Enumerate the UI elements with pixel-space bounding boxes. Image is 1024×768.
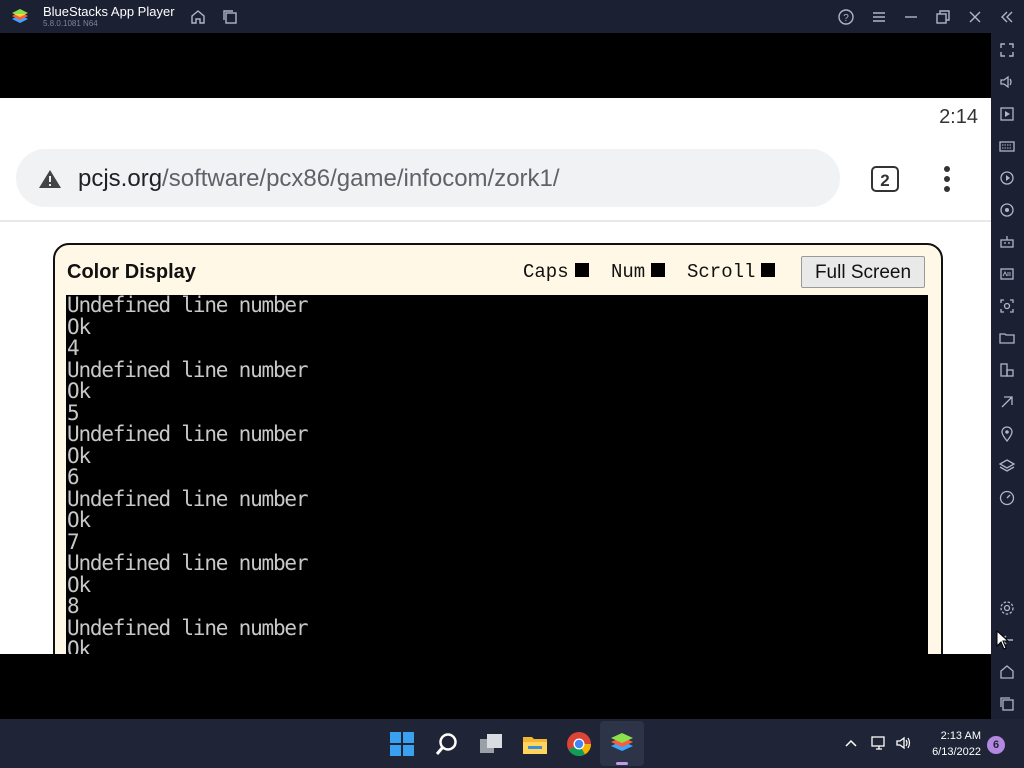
app-version: 5.8.0.1081 N64 xyxy=(43,19,98,28)
terminal-line: Undefined line number xyxy=(67,615,309,640)
terminal-line: Ok xyxy=(67,637,91,654)
windows-taskbar: 2:13 AM 6/13/2022 xyxy=(0,719,1024,768)
restore-icon[interactable] xyxy=(934,8,952,26)
url-path: /software/pcx86/game/infocom/zork1/ xyxy=(162,165,560,192)
terminal-line: 4 xyxy=(67,336,80,360)
caps-label: Caps xyxy=(523,261,569,283)
search-icon[interactable] xyxy=(434,731,460,757)
full-screen-button[interactable]: Full Screen xyxy=(801,256,925,288)
app-title: BlueStacks App Player xyxy=(43,4,175,19)
scroll-led xyxy=(761,263,776,277)
gamepad-icon[interactable] xyxy=(998,233,1016,251)
rotate-icon[interactable] xyxy=(998,201,1016,219)
chevron-up-icon[interactable] xyxy=(844,736,858,750)
close-icon[interactable] xyxy=(966,8,984,26)
settings-icon[interactable] xyxy=(998,599,1016,617)
menu-icon[interactable] xyxy=(870,8,888,26)
emulator-screen[interactable]: Undefined line number Ok 4 Undefined line n… xyxy=(66,295,928,654)
recents-icon[interactable] xyxy=(998,695,1016,713)
media-icon[interactable] xyxy=(998,105,1016,123)
task-view-icon[interactable] xyxy=(478,731,504,757)
minimize-icon[interactable] xyxy=(902,8,920,26)
title-bar: BlueStacks App Player 5.8.0.1081 N64 ? xyxy=(0,0,1024,33)
bluestacks-sidebar xyxy=(991,33,1024,719)
url-host: pcjs.org xyxy=(78,165,163,192)
macro-icon[interactable] xyxy=(998,169,1016,187)
terminal-line: Ok xyxy=(67,508,91,532)
screenshot-icon[interactable] xyxy=(998,297,1016,315)
apk-icon[interactable] xyxy=(998,265,1016,283)
num-led xyxy=(651,263,666,277)
terminal-line: Undefined line number xyxy=(67,295,309,317)
terminal-line: Undefined line number xyxy=(67,357,309,382)
windows-start-icon[interactable] xyxy=(389,731,415,757)
tab-switcher-button[interactable]: 2 xyxy=(871,166,899,192)
home-icon[interactable] xyxy=(189,8,207,26)
speaker-icon[interactable] xyxy=(895,735,913,751)
emulator-panel: Color Display Caps Num Scroll Full Scree… xyxy=(53,243,943,654)
bluestacks-logo-icon xyxy=(10,7,30,27)
folder-icon[interactable] xyxy=(998,329,1016,347)
speed-icon[interactable] xyxy=(998,489,1016,507)
file-explorer-icon[interactable] xyxy=(522,731,548,757)
terminal-line: Ok xyxy=(67,572,91,597)
terminal-line: 6 xyxy=(67,465,80,489)
terminal-line: Undefined line number xyxy=(67,486,309,511)
multi-device-icon[interactable] xyxy=(998,361,1016,379)
bluestacks-taskbar-button[interactable] xyxy=(600,721,644,766)
scroll-indicator: Scroll xyxy=(687,261,776,283)
mouse-cursor-icon xyxy=(996,629,1010,650)
terminal-line: 7 xyxy=(67,529,80,554)
terminal-line: Ok xyxy=(67,443,91,468)
android-letterbox-bottom xyxy=(0,654,991,719)
url-text[interactable]: pcjs.org/software/pcx86/game/infocom/zor… xyxy=(78,165,560,193)
num-label: Num xyxy=(611,261,646,283)
status-bar-time: 2:14 xyxy=(939,106,978,128)
android-letterbox-top xyxy=(0,33,991,98)
active-app-indicator xyxy=(616,762,628,765)
svg-text:?: ? xyxy=(843,13,849,24)
terminal-output: Undefined line number Ok 4 Undefined line n… xyxy=(67,295,309,654)
location-icon[interactable] xyxy=(998,425,1016,443)
address-bar[interactable]: pcjs.org/software/pcx86/game/infocom/zor… xyxy=(16,149,840,207)
volume-icon[interactable] xyxy=(998,73,1016,91)
toolbar-divider xyxy=(0,220,991,222)
collapse-sidebar-icon[interactable] xyxy=(998,8,1016,26)
caps-led xyxy=(574,263,589,277)
not-secure-warning-icon[interactable] xyxy=(38,169,62,189)
num-indicator: Num xyxy=(611,261,666,283)
fullscreen-icon[interactable] xyxy=(998,41,1016,59)
taskbar-clock-date[interactable]: 6/13/2022 xyxy=(932,746,981,758)
terminal-line: Undefined line number xyxy=(67,551,309,575)
android-home-icon[interactable] xyxy=(998,663,1016,681)
help-icon[interactable]: ? xyxy=(837,8,855,26)
android-browser: 2:14 pcjs.org/software/pcx86/game/infoco… xyxy=(0,98,991,654)
scroll-label: Scroll xyxy=(687,261,756,283)
multi-instance-icon[interactable] xyxy=(221,8,239,26)
notification-badge[interactable]: 6 xyxy=(987,736,1005,754)
bluestacks-taskbar-icon xyxy=(609,730,635,756)
chrome-icon[interactable] xyxy=(566,731,592,757)
terminal-line: 8 xyxy=(67,594,80,618)
panel-title: Color Display xyxy=(67,261,196,283)
taskbar-clock-time[interactable]: 2:13 AM xyxy=(941,730,981,742)
network-icon[interactable] xyxy=(870,735,888,751)
terminal-line: Ok xyxy=(67,314,91,339)
eco-icon[interactable] xyxy=(998,393,1016,411)
more-vert-icon[interactable] xyxy=(940,164,954,194)
terminal-line: Ok xyxy=(67,379,91,403)
terminal-line: 5 xyxy=(67,400,80,425)
layers-icon[interactable] xyxy=(998,457,1016,475)
terminal-line: Undefined line number xyxy=(67,422,309,446)
keyboard-icon[interactable] xyxy=(998,137,1016,155)
caps-indicator: Caps xyxy=(523,261,589,283)
